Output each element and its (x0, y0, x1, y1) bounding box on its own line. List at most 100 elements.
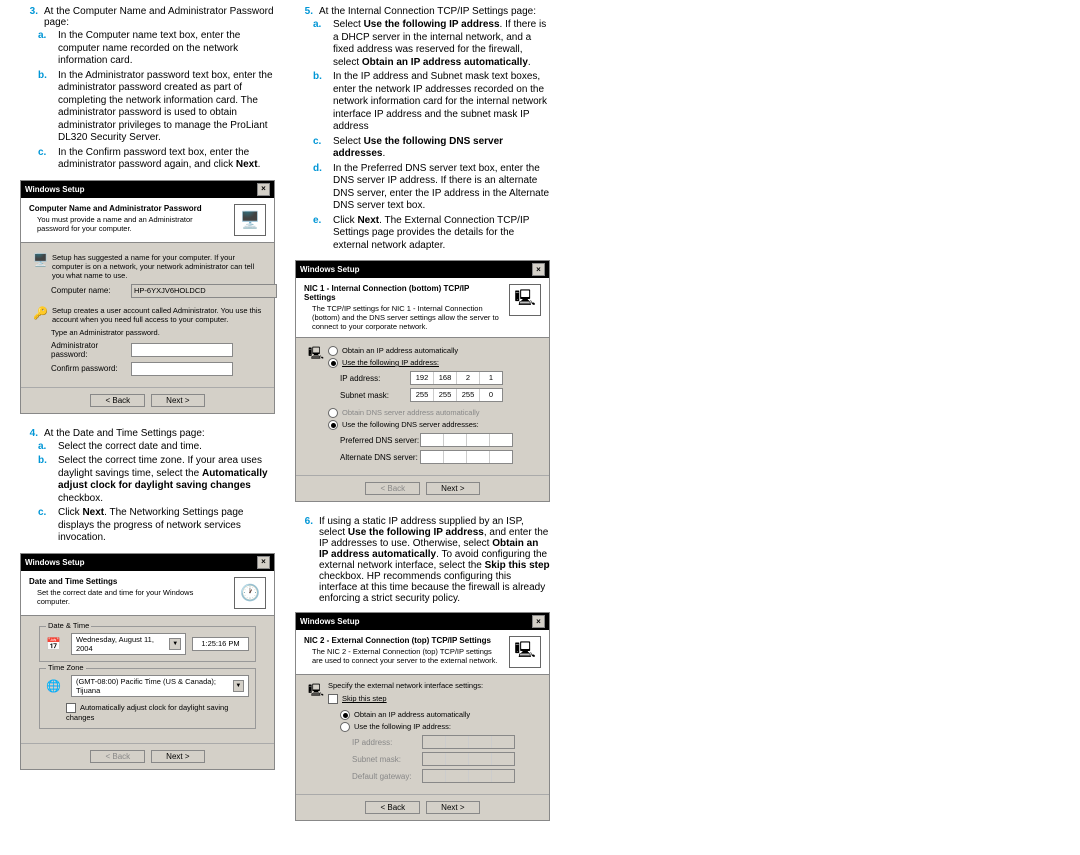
step-number: 5. (295, 6, 319, 17)
close-icon[interactable]: × (257, 556, 270, 569)
computer-name-input[interactable]: HP-6YXJV6HOLDCD (131, 284, 277, 298)
body-inner: 🖳 Specify the external network interface… (308, 681, 537, 786)
computer-name-row: Computer name: HP-6YXJV6HOLDCD (33, 284, 262, 298)
sub-letter: d. (295, 163, 333, 174)
dst-checkbox-row[interactable]: Automatically adjust clock for daylight … (46, 703, 249, 722)
step-5c: c. Select Use the following DNS server a… (295, 136, 550, 161)
t: . (382, 148, 385, 159)
globe-icon: 🌐 (46, 678, 61, 694)
timezone-select[interactable]: (GMT-08:00) Pacific Time (US & Canada); … (71, 675, 249, 697)
admin-password-input[interactable] (131, 343, 233, 357)
body-content: Obtain an IP address automatically Use t… (328, 344, 537, 467)
back-button[interactable]: < Back (90, 750, 145, 763)
checkbox-label: Automatically adjust clock for daylight … (66, 703, 228, 722)
group-title: Date & Time (46, 621, 91, 630)
sub-text: In the Administrator password text box, … (58, 70, 275, 145)
close-icon[interactable]: × (532, 615, 545, 628)
close-icon[interactable]: × (257, 183, 270, 196)
sub-letter: b. (20, 70, 58, 81)
radio-use-dns[interactable]: Use the following DNS server addresses: (328, 420, 537, 430)
sub-letter: a. (20, 30, 58, 41)
ip-input[interactable]: 192 168 2 1 (410, 371, 503, 385)
radio-obtain-ip[interactable]: Obtain an IP address automatically (328, 710, 537, 720)
computer-icon: 🖥️ (33, 253, 48, 269)
date-value: Wednesday, August 11, 2004 (76, 635, 169, 653)
adns-input[interactable] (420, 450, 513, 464)
sub-letter: c. (20, 147, 58, 158)
sub-text: Select Use the following DNS server addr… (333, 136, 550, 161)
bold-fragment: Next (236, 159, 258, 170)
ip-seg: 1 (480, 372, 502, 384)
monitor-icon: 🖥️ (234, 204, 266, 236)
sub-text: In the Computer name text box, enter the… (58, 30, 275, 68)
next-button[interactable]: Next > (426, 801, 479, 814)
label: Use the following DNS server addresses: (342, 420, 479, 429)
header-title: NIC 1 - Internal Connection (bottom) TCP… (304, 284, 501, 302)
radio-use-ip[interactable]: Use the following IP address: (328, 722, 537, 732)
header-title: NIC 2 - External Connection (top) TCP/IP… (304, 636, 501, 645)
ip-seg: 0 (480, 389, 502, 401)
back-button[interactable]: < Back (365, 482, 420, 495)
subnet-row: Subnet mask: 255 255 255 0 (328, 388, 537, 402)
dialog-title-text: Windows Setup (25, 185, 84, 194)
label: Confirm password: (33, 364, 131, 373)
skip-checkbox[interactable]: Skip this step (328, 694, 537, 704)
ip-seg: 2 (457, 372, 480, 384)
time-input[interactable]: 1:25:16 PM (192, 637, 249, 651)
nic-icon: 🖳 (308, 683, 324, 699)
label: Use the following IP address: (354, 722, 451, 731)
header-title: Date and Time Settings (29, 577, 226, 586)
sub-text: In the Preferred DNS server text box, en… (333, 163, 550, 213)
radio-obtain-ip[interactable]: Obtain an IP address automatically (328, 346, 537, 356)
timezone-row: 🌐 (GMT-08:00) Pacific Time (US & Canada)… (46, 675, 249, 697)
radio-use-ip[interactable]: Use the following IP address: (328, 358, 537, 368)
t: checkbox. HP recommends configuring this… (319, 571, 545, 604)
info-line: 🖥️ Setup has suggested a name for your c… (33, 253, 262, 280)
date-select[interactable]: Wednesday, August 11, 2004 ▼ (71, 633, 186, 655)
close-icon[interactable]: × (532, 263, 545, 276)
next-button[interactable]: Next > (426, 482, 479, 495)
step-4b: b. Select the correct time zone. If your… (20, 455, 275, 505)
admin-password-row: Administrator password: (33, 341, 262, 359)
sub-letter: e. (295, 215, 333, 226)
label: IP address: (328, 374, 410, 383)
step-text: At the Internal Connection TCP/IP Settin… (319, 6, 550, 17)
sub-letter: c. (295, 136, 333, 147)
step-text: At the Computer Name and Administrator P… (44, 6, 275, 28)
info-line: Type an Administrator password. (33, 328, 262, 337)
confirm-password-input[interactable] (131, 362, 233, 376)
checkbox-icon (328, 694, 338, 704)
sub-text: In the Confirm password text box, enter … (58, 147, 275, 172)
ip-seg: 255 (434, 389, 457, 401)
dialog-body: 🖥️ Setup has suggested a name for your c… (21, 243, 274, 383)
header-title: Computer Name and Administrator Password (29, 204, 226, 213)
next-button[interactable]: Next > (151, 750, 204, 763)
dialog-header: NIC 1 - Internal Connection (bottom) TCP… (296, 278, 549, 338)
step-3b: b. In the Administrator password text bo… (20, 70, 275, 145)
radio-icon (340, 710, 350, 720)
b: Use the following IP address (364, 19, 500, 30)
label: Preferred DNS server: (328, 436, 420, 445)
ip-seg: 255 (457, 389, 480, 401)
back-button[interactable]: < Back (365, 801, 420, 814)
label: Skip this step (342, 694, 387, 703)
subnet-input[interactable]: 255 255 255 0 (410, 388, 503, 402)
sub-letter: c. (20, 507, 58, 518)
dialog-computer-name: Windows Setup × Computer Name and Admini… (20, 180, 275, 414)
pdns-input[interactable] (420, 433, 513, 447)
sub-letter: a. (20, 441, 58, 452)
tz-value: (GMT-08:00) Pacific Time (US & Canada); … (76, 677, 233, 695)
dialog-titlebar: Windows Setup × (296, 261, 549, 278)
radio-icon (328, 346, 338, 356)
page-root: 3. At the Computer Name and Administrato… (0, 0, 1080, 855)
label: Obtain an IP address automatically (342, 346, 458, 355)
text-fragment: . (258, 159, 261, 170)
t: Click (333, 215, 357, 226)
b: Obtain an IP address automatically (362, 57, 528, 68)
dialog-header: Computer Name and Administrator Password… (21, 198, 274, 243)
back-button[interactable]: < Back (90, 394, 145, 407)
text-fragment: checkbox. (58, 493, 103, 504)
next-button[interactable]: Next > (151, 394, 204, 407)
confirm-password-row: Confirm password: (33, 362, 262, 376)
chevron-down-icon: ▼ (169, 638, 181, 650)
